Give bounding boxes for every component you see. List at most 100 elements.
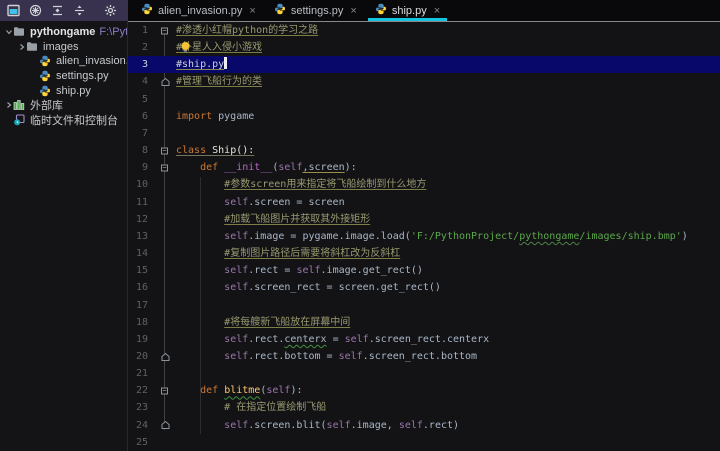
line-number[interactable]: 14 (130, 245, 148, 262)
line-number[interactable]: 12 (130, 211, 148, 228)
project-window-icon[interactable] (7, 4, 20, 18)
code-token: import (176, 110, 213, 122)
code-line[interactable]: 21 (128, 365, 720, 382)
code-line[interactable]: 25 (128, 434, 720, 451)
code-line[interactable]: 5 (128, 91, 720, 108)
code-token: self (224, 196, 249, 208)
code-line[interactable]: 16 self.screen_rect = screen.get_rect() (128, 279, 720, 296)
fold-collapse-icon[interactable]: − (161, 164, 168, 172)
line-number[interactable]: 21 (130, 365, 148, 382)
chevron-right-icon[interactable] (4, 101, 13, 109)
code-editor[interactable]: 1− #渗透小红帽python的学习之路 2 #外星人入侵小游戏 3 #ship.py 4 #… (128, 22, 720, 451)
fold-collapse-icon[interactable]: − (161, 386, 168, 395)
code-token: = (326, 333, 345, 345)
code-token: #ship.py (176, 59, 225, 71)
code-line[interactable]: 11 self.screen = screen (128, 194, 720, 211)
line-number[interactable]: 6 (130, 108, 148, 125)
line-number[interactable]: 4 (130, 73, 148, 90)
code-line[interactable]: 17 (128, 297, 720, 314)
code-line[interactable]: 18 #将每艘新飞船放在屏幕中间 (128, 314, 720, 331)
code-token: ): (344, 162, 357, 174)
code-line[interactable]: 22 − def blitme(self): (128, 382, 720, 399)
code-line[interactable]: 3 #ship.py (128, 56, 720, 74)
python-file-icon (39, 55, 52, 67)
code-line[interactable]: 6 import pygame (128, 108, 720, 125)
line-number[interactable]: 24 (130, 417, 148, 434)
code-line[interactable]: 4 #管理飞船行为的类 (128, 73, 720, 90)
code-line[interactable]: 8 − class Ship(): (128, 142, 720, 159)
tree-item-外部库[interactable]: 外部库 (0, 98, 127, 113)
close-icon[interactable]: × (350, 5, 356, 17)
expand-all-icon[interactable] (73, 4, 86, 18)
line-number[interactable]: 15 (130, 262, 148, 279)
editor-tab[interactable]: alien_invasion.py × (132, 0, 265, 21)
collapse-all-icon[interactable] (51, 4, 64, 18)
settings-gear-icon[interactable] (104, 4, 117, 18)
line-number[interactable]: 9 (130, 159, 148, 176)
fold-collapse-icon[interactable]: − (161, 27, 168, 35)
line-number[interactable]: 22 (130, 382, 148, 399)
tree-item-ship.py[interactable]: ship.py (0, 83, 127, 98)
locate-file-icon[interactable] (29, 4, 42, 18)
fold-minus-box: − (161, 386, 168, 395)
code-line[interactable]: 20 self.rect.bottom = self.screen_rect.b… (128, 348, 720, 365)
tab-label: alien_invasion.py (158, 4, 243, 17)
line-number[interactable]: 10 (130, 176, 148, 193)
tree-item-临时文件和控制台[interactable]: 临时文件和控制台 (0, 113, 127, 128)
fold-end-icon[interactable] (161, 421, 170, 430)
line-number[interactable]: 19 (130, 331, 148, 348)
close-icon[interactable]: × (249, 5, 255, 17)
tree-item-pythongame[interactable]: pythongameF:\Pyth (0, 25, 127, 40)
close-icon[interactable]: × (434, 5, 440, 17)
tree-item-images[interactable]: images (0, 40, 127, 55)
code-text: class Ship(): (176, 142, 254, 159)
code-line[interactable]: 24 self.screen.blit(self.image, self.rec… (128, 417, 720, 434)
line-number[interactable]: 18 (130, 314, 148, 331)
code-token: self (338, 350, 363, 362)
code-text: #渗透小红帽python的学习之路 (176, 22, 318, 39)
line-number[interactable]: 2 (130, 39, 148, 56)
code-token: .image = pygame.image.load( (248, 230, 411, 242)
editor-tab[interactable]: settings.py × (265, 0, 366, 21)
line-number[interactable]: 11 (130, 194, 148, 211)
intention-bulb-icon[interactable] (180, 41, 191, 53)
fold-collapse-icon[interactable]: − (161, 147, 168, 155)
chevron-right-icon[interactable] (17, 43, 26, 51)
code-line[interactable]: 13 self.image = pygame.image.load('F:/Py… (128, 228, 720, 245)
code-line[interactable]: 10 #参数screen用来指定将飞船绘制到什么地方 (128, 176, 720, 193)
project-panel: pythongameF:\Pythimagesalien_invasion.py… (0, 21, 128, 451)
code-line[interactable]: 14 #复制图片路径后需要将斜杠改为反斜杠 (128, 245, 720, 262)
code-line[interactable]: 12 #加载飞船图片并获取其外接矩形 (128, 211, 720, 228)
line-number[interactable]: 3 (130, 56, 148, 73)
line-number[interactable]: 13 (130, 228, 148, 245)
code-text: self.screen_rect = screen.get_rect() (176, 279, 441, 296)
line-number[interactable]: 23 (130, 399, 148, 416)
chevron-down-icon[interactable] (4, 28, 13, 36)
line-number[interactable]: 25 (130, 434, 148, 451)
code-line[interactable]: 9 − def __init__(self,screen): (128, 159, 720, 176)
line-number[interactable]: 1 (130, 22, 148, 39)
editor-tab[interactable]: ship.py × (366, 0, 449, 21)
tree-item-alien_invasion.py[interactable]: alien_invasion.py (0, 54, 127, 69)
fold-end-icon[interactable] (161, 77, 170, 87)
code-token: centerx (284, 333, 327, 345)
fold-end-icon[interactable] (161, 352, 170, 361)
code-token: blitme (224, 385, 261, 397)
code-line[interactable]: 23 # 在指定位置绘制飞船 (128, 399, 720, 416)
code-line[interactable]: 15 self.rect = self.image.get_rect() (128, 262, 720, 279)
line-number[interactable]: 17 (130, 297, 148, 314)
tree-item-settings.py[interactable]: settings.py (0, 69, 127, 84)
code-line[interactable]: 7 (128, 125, 720, 142)
line-number[interactable]: 20 (130, 348, 148, 365)
code-line[interactable]: 19 self.rect.centerx = self.screen_rect.… (128, 331, 720, 348)
line-number[interactable]: 5 (130, 91, 148, 108)
line-number[interactable]: 7 (130, 125, 148, 142)
code-line[interactable]: 2 #外星人入侵小游戏 (128, 39, 720, 56)
line-number[interactable]: 8 (130, 142, 148, 159)
line-number[interactable]: 16 (130, 279, 148, 296)
tab-bar: alien_invasion.py × settings.py × ship.py × (128, 0, 720, 22)
scratch-icon (13, 114, 26, 126)
code-line[interactable]: 1 − #渗透小红帽python的学习之路 (128, 22, 720, 39)
